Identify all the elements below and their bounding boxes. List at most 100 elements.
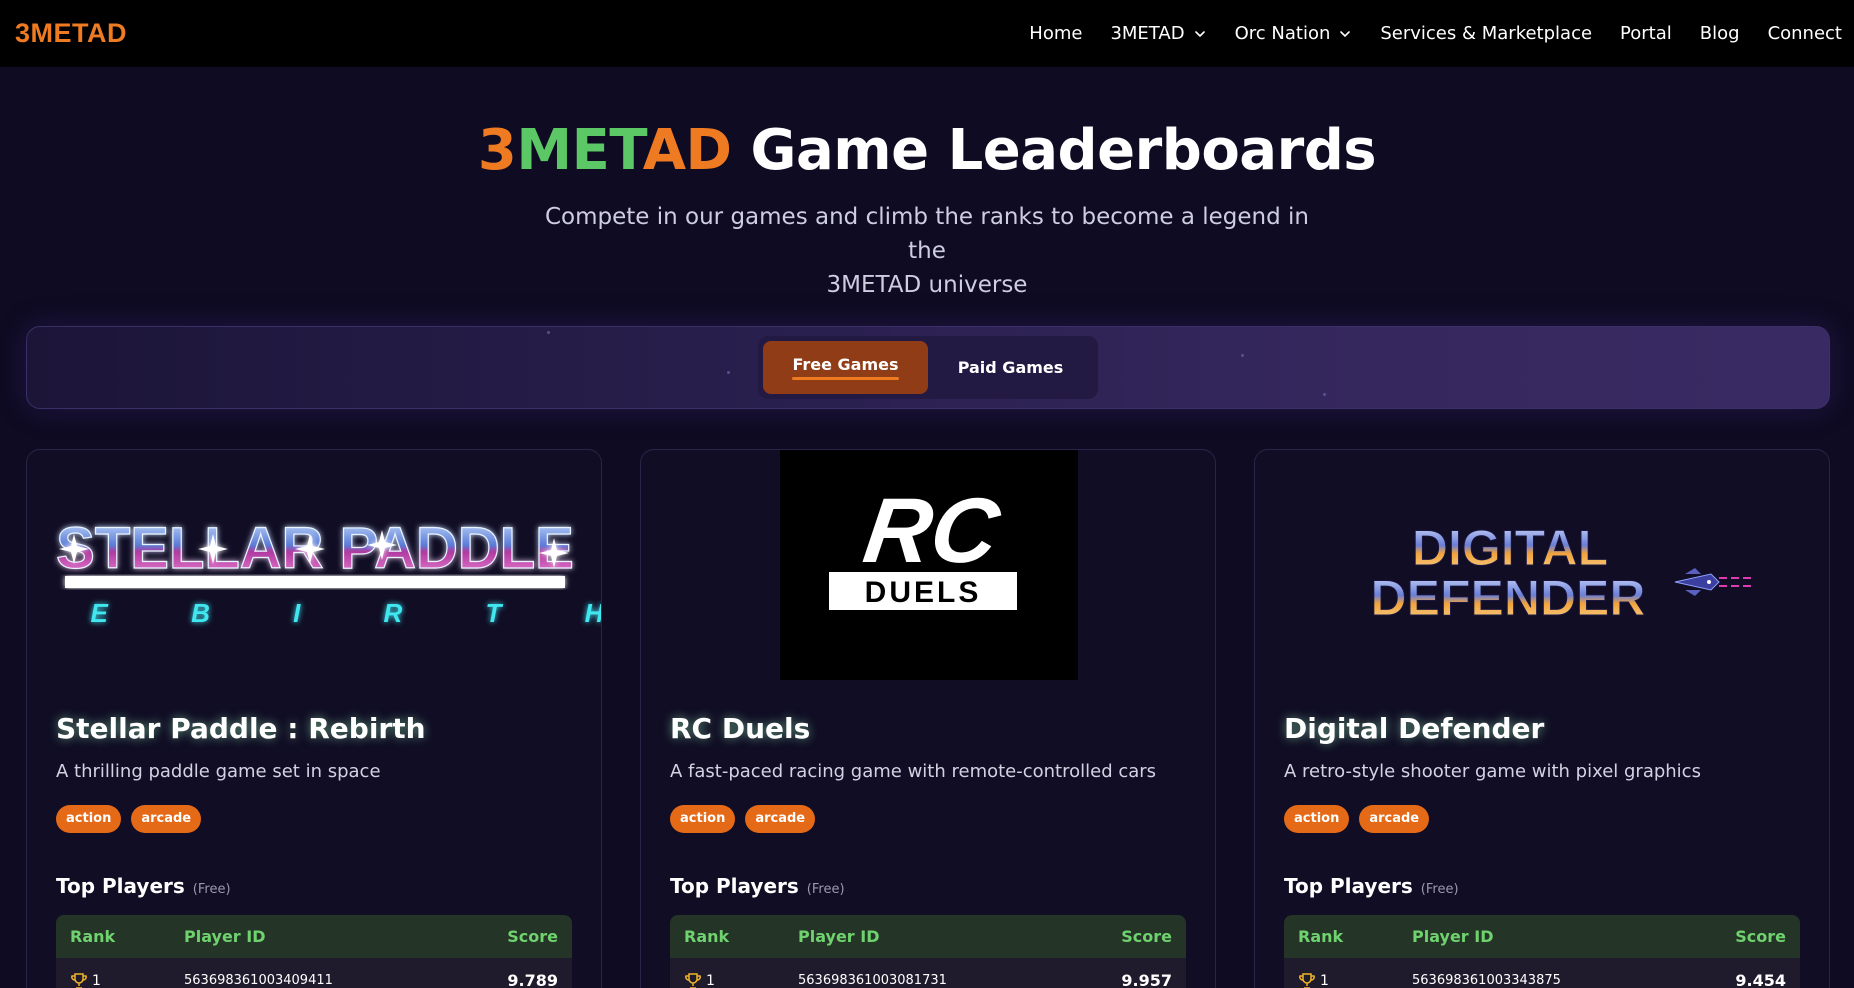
nav-links: Home 3METAD Orc Nation Services & Market… [1015,23,1842,44]
rc-duels-logo: RC DUELS [780,450,1078,680]
tab-paid-games-label: Paid Games [957,358,1064,377]
stellar-paddle-logo: STELLAR PADDLE R E B I R T H [27,515,602,628]
nav-portal-label: Portal [1620,23,1672,44]
page-title: 3METAD Game Leaderboards [0,118,1854,183]
game-title: RC Duels [670,712,811,745]
leaderboard-table: Rank Player ID Score 1 56369836100334387… [1284,915,1800,988]
brand-logo-part1: 3MET [15,18,88,48]
rank-cell: 1 [1298,972,1412,988]
nav-blog[interactable]: Blog [1686,23,1754,44]
nav-services-label: Services & Marketplace [1380,23,1593,44]
logo-bar [65,576,565,588]
nav-home-label: Home [1029,23,1083,44]
page-subtitle-line2: 3METAD universe [826,272,1028,298]
top-navbar: 3METAD Home 3METAD Orc Nation Services &… [0,0,1854,67]
top-players-note: (Free) [806,882,845,897]
page-title-part2: MET [516,118,643,183]
tab-free-games[interactable]: Free Games [763,341,928,394]
player-id-cell: 563698361003081731 [798,973,947,988]
active-tab-underline [792,377,899,380]
tag-arcade[interactable]: arcade [131,805,202,833]
col-player-id-header: Player ID [798,927,880,946]
game-description: A retro-style shooter game with pixel gr… [1284,761,1701,782]
tag-action[interactable]: action [1284,805,1350,833]
table-row: 1 563698361003343875 9.454 [1284,958,1800,988]
trophy-icon [685,972,701,988]
nav-orc-nation-dropdown[interactable]: Orc Nation [1221,23,1367,44]
game-description: A thrilling paddle game set in space [56,761,381,782]
brand-logo[interactable]: 3METAD [15,18,127,49]
rank-value: 1 [92,972,101,988]
top-players-heading: Top Players (Free) [670,874,845,898]
nav-connect[interactable]: Connect [1754,23,1842,44]
digital-defender-logo: DIGITAL DEFENDER [1370,520,1751,627]
rc-duels-logo-line1: RC [858,478,1007,581]
tab-paid-games[interactable]: Paid Games [928,341,1093,394]
stellar-paddle-logo-line2: R E B I R T H [27,598,602,628]
page-title-part1: 3 [477,118,517,183]
page-subtitle: Compete in our games and climb the ranks… [527,200,1327,302]
nav-orc-nation-label: Orc Nation [1234,23,1331,44]
tag-action[interactable]: action [56,805,122,833]
game-tags: action arcade [670,805,816,833]
nav-services-marketplace[interactable]: Services & Marketplace [1366,23,1606,44]
trophy-icon [71,972,87,988]
top-players-heading: Top Players (Free) [1284,874,1459,898]
leaderboard-table: Rank Player ID Score 1 56369836100308173… [670,915,1186,988]
nav-portal[interactable]: Portal [1606,23,1686,44]
page-title-part4: Game Leaderboards [731,118,1377,183]
digital-defender-logo-line2: DEFENDER [1370,570,1645,626]
rc-duels-logo-line2: DUELS [865,576,982,609]
score-cell: 9.789 [507,971,558,988]
tag-arcade[interactable]: arcade [1359,805,1430,833]
top-players-note: (Free) [192,882,231,897]
nav-connect-label: Connect [1767,23,1842,44]
col-rank-header: Rank [70,927,116,946]
game-description: A fast-paced racing game with remote-con… [670,761,1157,782]
game-tags: action arcade [56,805,202,833]
game-card-stellar-paddle[interactable]: STELLAR PADDLE R E B I R T H Stellar Pad… [26,449,602,988]
top-players-heading: Top Players (Free) [56,874,231,898]
nav-3metad-label: 3METAD [1110,23,1185,44]
game-card-digital-defender[interactable]: DIGITAL DEFENDER Digital Defender A retr… [1254,449,1830,988]
top-players-label: Top Players [670,874,799,898]
table-row: 1 563698361003081731 9.957 [670,958,1186,988]
col-score-header: Score [1735,927,1786,946]
col-player-id-header: Player ID [184,927,266,946]
score-cell: 9.454 [1735,971,1786,988]
game-tags: action arcade [1284,805,1430,833]
top-players-label: Top Players [56,874,185,898]
rank-cell: 1 [70,972,184,988]
leaderboard-header: Rank Player ID Score [670,915,1186,958]
game-title: Stellar Paddle : Rebirth [56,712,426,745]
nav-home[interactable]: Home [1015,23,1096,44]
star-dot [1241,354,1244,357]
trophy-icon [1299,972,1315,988]
game-title: Digital Defender [1284,712,1545,745]
tab-free-games-label-wrap: Free Games [792,355,899,380]
col-rank-header: Rank [684,927,730,946]
brand-logo-part2: AD [87,18,128,48]
nav-3metad-dropdown[interactable]: 3METAD [1096,23,1220,44]
top-players-note: (Free) [1420,882,1459,897]
game-card-rc-duels[interactable]: RC DUELS RC Duels A fast-paced racing ga… [640,449,1216,988]
leaderboard-header: Rank Player ID Score [1284,915,1800,958]
col-score-header: Score [507,927,558,946]
col-rank-header: Rank [1298,927,1344,946]
rank-cell: 1 [684,972,798,988]
spaceship-icon [1674,568,1751,596]
leaderboard-table: Rank Player ID Score 1 56369836100340941… [56,915,572,988]
chevron-down-icon [1194,30,1205,37]
page-subtitle-line1: Compete in our games and climb the ranks… [544,204,1309,264]
top-players-label: Top Players [1284,874,1413,898]
star-dot [1323,393,1326,396]
table-row: 1 563698361003409411 9.789 [56,958,572,988]
rank-value: 1 [706,972,715,988]
digital-defender-logo-line1: DIGITAL [1412,520,1608,576]
rank-value: 1 [1320,972,1329,988]
tag-arcade[interactable]: arcade [745,805,816,833]
page-title-part3: AD [642,118,732,183]
col-player-id-header: Player ID [1412,927,1494,946]
star-dot [547,331,550,334]
tag-action[interactable]: action [670,805,736,833]
